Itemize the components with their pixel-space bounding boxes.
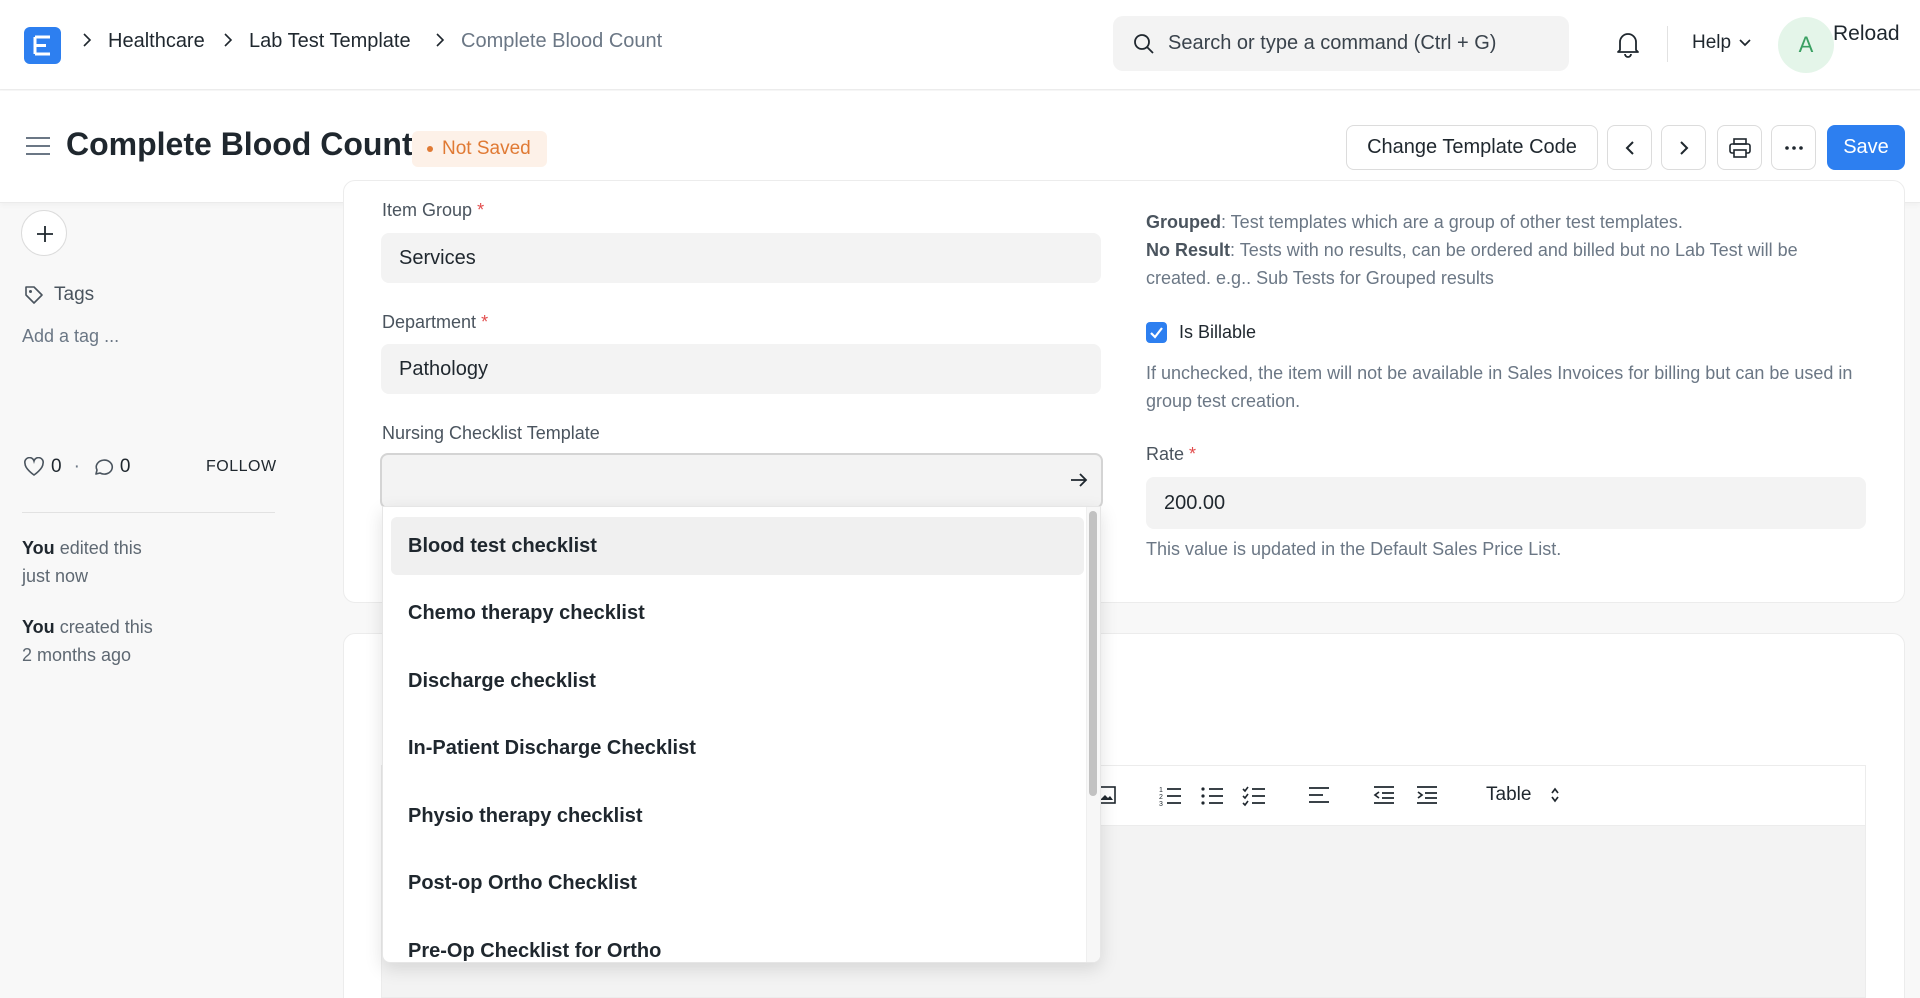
erpnext-logo-icon [33, 35, 50, 56]
svg-text:3: 3 [1159, 801, 1163, 807]
table-select[interactable]: Table [1486, 784, 1531, 806]
awesomebar [1113, 16, 1569, 71]
sidebar-divider [22, 512, 275, 513]
comments-count: 0 [119, 456, 131, 477]
dropdown-option[interactable]: Discharge checklist [391, 652, 1084, 710]
activity-action: created this [59, 617, 153, 637]
print-button[interactable] [1717, 125, 1762, 170]
dropdown-option[interactable]: In-Patient Discharge Checklist [391, 719, 1084, 777]
chevron-right-icon [1679, 140, 1688, 155]
more-actions-button[interactable] [1771, 125, 1816, 170]
page-title: Complete Blood Count [66, 126, 413, 162]
activity-time: 2 months ago [22, 645, 132, 665]
awesomplete-dropdown: Blood test checklist Chemo therapy check… [382, 506, 1101, 963]
help-dropdown[interactable]: Help [1692, 32, 1731, 54]
checklist-icon[interactable] [1242, 785, 1266, 807]
printer-icon [1728, 137, 1751, 158]
select-updown-icon[interactable] [1550, 786, 1560, 804]
separator-dot: · [73, 456, 80, 477]
ellipsis-icon [1784, 145, 1803, 150]
dropdown-option[interactable]: Pre-Op Checklist for Ortho [391, 922, 1084, 962]
item-group-field[interactable]: Services [381, 233, 1101, 283]
template-type-help: Grouped: Test templates which are a grou… [1146, 212, 1798, 288]
chevron-left-icon [1625, 140, 1634, 155]
tags-header: Tags [24, 284, 94, 306]
reload-link[interactable]: Reload [1833, 22, 1900, 46]
rate-field[interactable]: 200.00 [1146, 477, 1866, 529]
tag-icon [25, 286, 43, 304]
rate-label: Rate * [1146, 444, 1197, 464]
save-button[interactable]: Save [1827, 125, 1905, 170]
heart-icon[interactable] [23, 457, 45, 477]
follow-button[interactable]: FOLLOW [206, 458, 277, 476]
breadcrumb-chevron-icon [224, 33, 233, 47]
align-left-icon[interactable] [1308, 785, 1330, 805]
activity-actor: You [22, 617, 55, 637]
ordered-list-icon[interactable]: 123 [1158, 785, 1182, 807]
arrow-right-icon[interactable] [1069, 472, 1089, 488]
activity-item: You edited this just now [22, 534, 142, 590]
bullet-list-icon[interactable] [1200, 785, 1224, 807]
breadcrumb-healthcare[interactable]: Healthcare [108, 30, 205, 53]
indent-icon[interactable] [1416, 785, 1438, 805]
breadcrumb-lab-test-template[interactable]: Lab Test Template [249, 30, 411, 53]
next-doc-button[interactable] [1661, 125, 1706, 170]
status-badge: Not Saved [412, 131, 547, 167]
plus-icon [37, 226, 53, 242]
nursing-checklist-label: Nursing Checklist Template [382, 423, 600, 443]
department-label: Department * [382, 312, 489, 332]
dropdown-option[interactable]: Physio therapy checklist [391, 787, 1084, 845]
breadcrumb-current[interactable]: Complete Blood Count [461, 30, 662, 53]
rate-help: This value is updated in the Default Sal… [1146, 539, 1562, 559]
chevron-down-icon[interactable] [1738, 38, 1752, 48]
bell-icon[interactable] [1615, 30, 1641, 58]
change-template-code-button[interactable]: Change Template Code [1346, 125, 1598, 170]
app-logo[interactable] [24, 27, 61, 64]
activity-item: You created this 2 months ago [22, 613, 153, 669]
search-icon [1134, 34, 1154, 54]
dropdown-option[interactable]: Chemo therapy checklist [391, 584, 1084, 642]
dropdown-scrollbar[interactable] [1089, 511, 1097, 796]
activity-action: edited this [59, 538, 142, 558]
is-billable-checkbox[interactable] [1146, 322, 1167, 343]
sidebar-toggle-icon[interactable] [25, 136, 51, 156]
nursing-checklist-input[interactable] [380, 453, 1103, 509]
svg-text:2: 2 [1159, 794, 1163, 801]
dropdown-option[interactable]: Post-op Ortho Checklist [391, 854, 1084, 912]
breadcrumb-chevron-icon [436, 33, 445, 47]
tags-label: Tags [54, 284, 95, 305]
search-input[interactable] [1168, 16, 1558, 71]
breadcrumb-chevron-icon [83, 33, 92, 47]
check-icon [1150, 327, 1163, 339]
navbar: Healthcare Lab Test Template Complete Bl… [0, 0, 1920, 90]
svg-text:1: 1 [1159, 787, 1163, 794]
department-field[interactable]: Pathology [381, 344, 1101, 394]
item-group-label: Item Group * [382, 200, 485, 220]
is-billable-help: If unchecked, the item will not be avail… [1146, 363, 1853, 411]
outdent-icon[interactable] [1373, 785, 1395, 805]
add-tag-link[interactable]: Add a tag ... [22, 326, 119, 347]
activity-actor: You [22, 538, 55, 558]
is-billable-label[interactable]: Is Billable [1179, 322, 1256, 343]
likes-comments: 0 · 0 [23, 456, 130, 478]
navbar-divider [1667, 26, 1668, 62]
user-avatar[interactable]: A [1778, 17, 1834, 73]
likes-count: 0 [51, 456, 62, 477]
add-attachment-button[interactable] [21, 210, 67, 256]
comment-icon[interactable] [92, 457, 114, 477]
dropdown-option[interactable]: Blood test checklist [391, 517, 1084, 575]
activity-time: just now [22, 566, 89, 586]
previous-doc-button[interactable] [1607, 125, 1652, 170]
